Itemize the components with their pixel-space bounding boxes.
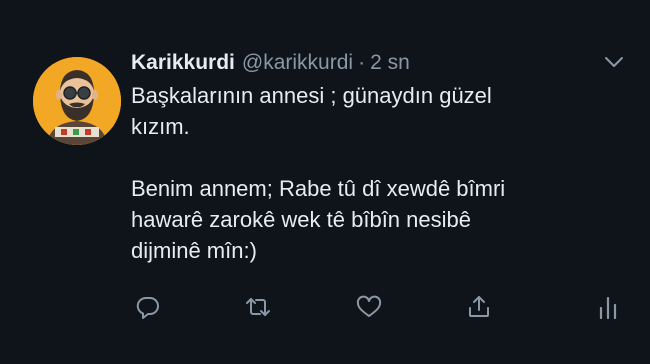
- timestamp[interactable]: 2 sn: [370, 48, 410, 78]
- heart-icon: [356, 295, 382, 317]
- analytics-icon: [599, 296, 617, 320]
- avatar[interactable]: [33, 57, 121, 145]
- share-button[interactable]: [462, 290, 496, 324]
- user-handle[interactable]: @karikkurdi: [242, 48, 353, 78]
- tweet-text-line: Başkalarının annesi ; günaydın güzel: [131, 83, 492, 108]
- tweet-text-line: Benim annem; Rabe tû dî xewdê bîmri: [131, 176, 506, 201]
- separator-dot: ·: [358, 51, 366, 74]
- share-icon: [469, 296, 489, 317]
- tweet-text-line: kızım.: [131, 114, 190, 139]
- analytics-button[interactable]: [591, 290, 625, 324]
- tweet-header: Karikkurdi @karikkurdi · 2 sn: [131, 48, 410, 78]
- bearded-man-icon: [33, 57, 121, 145]
- tweet-actions: [131, 290, 625, 324]
- retweet-button[interactable]: [241, 290, 275, 324]
- tweet-text: Başkalarının annesi ; günaydın güzel kız…: [131, 80, 601, 266]
- tweet-card[interactable]: Karikkurdi @karikkurdi · 2 sn Başkaların…: [0, 0, 650, 364]
- retweet-icon: [246, 298, 270, 316]
- tweet-text-line: dijminê mîn:): [131, 238, 257, 263]
- display-name[interactable]: Karikkurdi: [131, 48, 235, 78]
- chevron-down-icon[interactable]: [603, 54, 625, 70]
- tweet-text-line: hawarê zarokê wek tê bîbîn nesibê: [131, 207, 471, 232]
- reply-icon: [136, 296, 159, 319]
- like-button[interactable]: [352, 290, 386, 324]
- reply-button[interactable]: [131, 290, 165, 324]
